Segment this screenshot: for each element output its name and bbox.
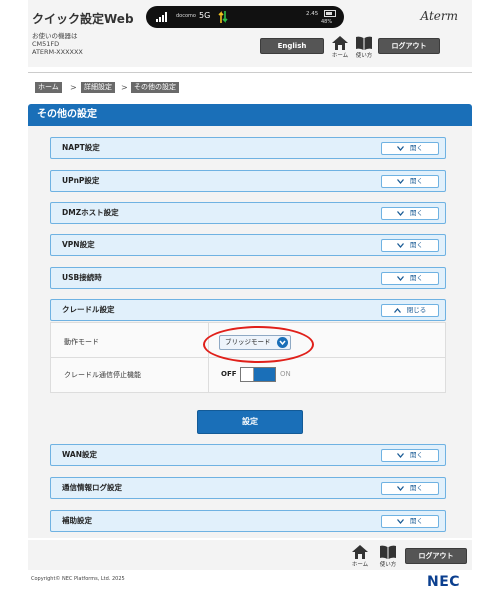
footer-help-link[interactable]: 使い方 xyxy=(376,545,400,569)
chevron-down-icon xyxy=(397,485,404,491)
toggle-knob[interactable] xyxy=(241,368,254,381)
open-button-label: 開く xyxy=(410,517,423,525)
home-link[interactable]: ホーム xyxy=(330,36,350,60)
breadcrumb-separator: > xyxy=(121,83,128,92)
chevron-down-icon xyxy=(397,210,404,216)
accordion-label: 補助設定 xyxy=(62,516,92,525)
device-label: お使いの機器は xyxy=(32,32,78,40)
open-button-label: 開く xyxy=(410,177,423,185)
accordion-label: クレードル設定 xyxy=(62,305,115,314)
set-button[interactable]: 設定 xyxy=(197,410,303,434)
toggle-track[interactable] xyxy=(240,367,276,382)
home-caption: ホーム xyxy=(351,562,369,568)
footer-logout-button[interactable]: ログアウト xyxy=(405,548,467,564)
updown-arrows-icon xyxy=(218,11,228,23)
app-title: クイック設定Web xyxy=(32,12,134,26)
copyright: Copyright© NEC Platforms, Ltd. 2025 xyxy=(31,576,125,582)
device-serial: ATERM-XXXXXX xyxy=(32,48,83,56)
accordion-label: USB接続時 xyxy=(62,273,102,282)
header-divider xyxy=(28,72,472,73)
open-button[interactable]: 開く xyxy=(381,142,439,155)
close-button-label: 閉じる xyxy=(406,306,427,314)
device-status-bar: docomo 5G 2.45 48% xyxy=(146,6,344,28)
accordion-auxiliary[interactable]: 補助設定 開く xyxy=(50,510,446,532)
data-usage: 2.45 xyxy=(306,11,319,17)
accordion-cradle[interactable]: クレードル設定 閉じる xyxy=(50,299,446,321)
accordion-comm-log[interactable]: 通信情報ログ設定 開く xyxy=(50,477,446,499)
chevron-down-icon xyxy=(397,275,404,281)
open-button[interactable]: 開く xyxy=(381,515,439,528)
open-button-label: 開く xyxy=(410,451,423,459)
nec-logo: NEC xyxy=(427,574,461,590)
breadcrumb-home[interactable]: ホーム xyxy=(35,82,62,93)
toggle-on-label: ON xyxy=(280,370,291,378)
chevron-down-icon xyxy=(397,452,404,458)
accordion-vpn[interactable]: VPN設定 開く xyxy=(50,234,446,256)
open-button-label: 開く xyxy=(410,209,423,217)
open-button[interactable]: 開く xyxy=(381,175,439,188)
open-button-label: 開く xyxy=(410,274,423,282)
home-caption: ホーム xyxy=(331,53,349,59)
chevron-down-icon xyxy=(397,145,404,151)
accordion-usb[interactable]: USB接続時 開く xyxy=(50,267,446,289)
battery-level: 48% xyxy=(321,19,333,25)
accordion-label: UPnP設定 xyxy=(62,176,100,185)
network-type: 5G xyxy=(199,11,211,20)
open-button[interactable]: 開く xyxy=(381,239,439,252)
book-icon xyxy=(380,545,396,559)
help-caption: 使い方 xyxy=(379,562,397,568)
signal-icon xyxy=(156,12,167,22)
breadcrumb-advanced[interactable]: 詳細設定 xyxy=(81,82,115,93)
accordion-dmz[interactable]: DMZホスト設定 開く xyxy=(50,202,446,224)
accordion-wan[interactable]: WAN設定 開く xyxy=(50,444,446,466)
book-icon xyxy=(356,36,372,50)
accordion-label: WAN設定 xyxy=(62,450,98,459)
accordion-label: NAPT設定 xyxy=(62,143,100,152)
open-button[interactable]: 開く xyxy=(381,207,439,220)
accordion-label: VPN設定 xyxy=(62,240,95,249)
footer-home-link[interactable]: ホーム xyxy=(350,545,370,569)
help-link[interactable]: 使い方 xyxy=(352,36,376,60)
accordion-napt[interactable]: NAPT設定 開く xyxy=(50,137,446,159)
page-title: その他の設定 xyxy=(28,104,472,126)
chevron-down-icon xyxy=(397,242,404,248)
breadcrumb-current: その他の設定 xyxy=(131,82,179,93)
chevron-up-icon xyxy=(393,307,401,313)
open-button[interactable]: 開く xyxy=(381,482,439,495)
home-icon xyxy=(332,36,348,50)
open-button-label: 開く xyxy=(410,484,423,492)
device-id: CM51FD xyxy=(32,40,60,48)
accordion-upnp[interactable]: UPnP設定 開く xyxy=(50,170,446,192)
column-divider xyxy=(208,323,209,392)
home-icon xyxy=(352,545,368,559)
logout-button[interactable]: ログアウト xyxy=(378,38,440,54)
english-button[interactable]: English xyxy=(260,38,324,54)
carrier-name: docomo xyxy=(176,13,196,19)
breadcrumb-separator: > xyxy=(70,83,77,92)
cradle-stop-label: クレードル通信停止機能 xyxy=(64,371,141,379)
open-button[interactable]: 開く xyxy=(381,272,439,285)
operation-mode-label: 動作モード xyxy=(64,338,99,346)
open-button-label: 開く xyxy=(410,241,423,249)
accordion-label: DMZホスト設定 xyxy=(62,208,119,217)
help-caption: 使い方 xyxy=(355,53,373,59)
close-button[interactable]: 閉じる xyxy=(381,304,439,317)
accordion-label: 通信情報ログ設定 xyxy=(62,483,122,492)
header: クイック設定Web お使いの機器は CM51FD ATERM-XXXXXX do… xyxy=(28,0,472,67)
battery-icon xyxy=(324,10,336,17)
highlight-annotation-circle xyxy=(203,326,314,363)
chevron-down-icon xyxy=(397,178,404,184)
open-button-label: 開く xyxy=(410,144,423,152)
open-button[interactable]: 開く xyxy=(381,449,439,462)
chevron-down-icon xyxy=(397,518,404,524)
toggle-off-label: OFF xyxy=(221,370,237,378)
aterm-logo: Aterm xyxy=(420,9,459,23)
